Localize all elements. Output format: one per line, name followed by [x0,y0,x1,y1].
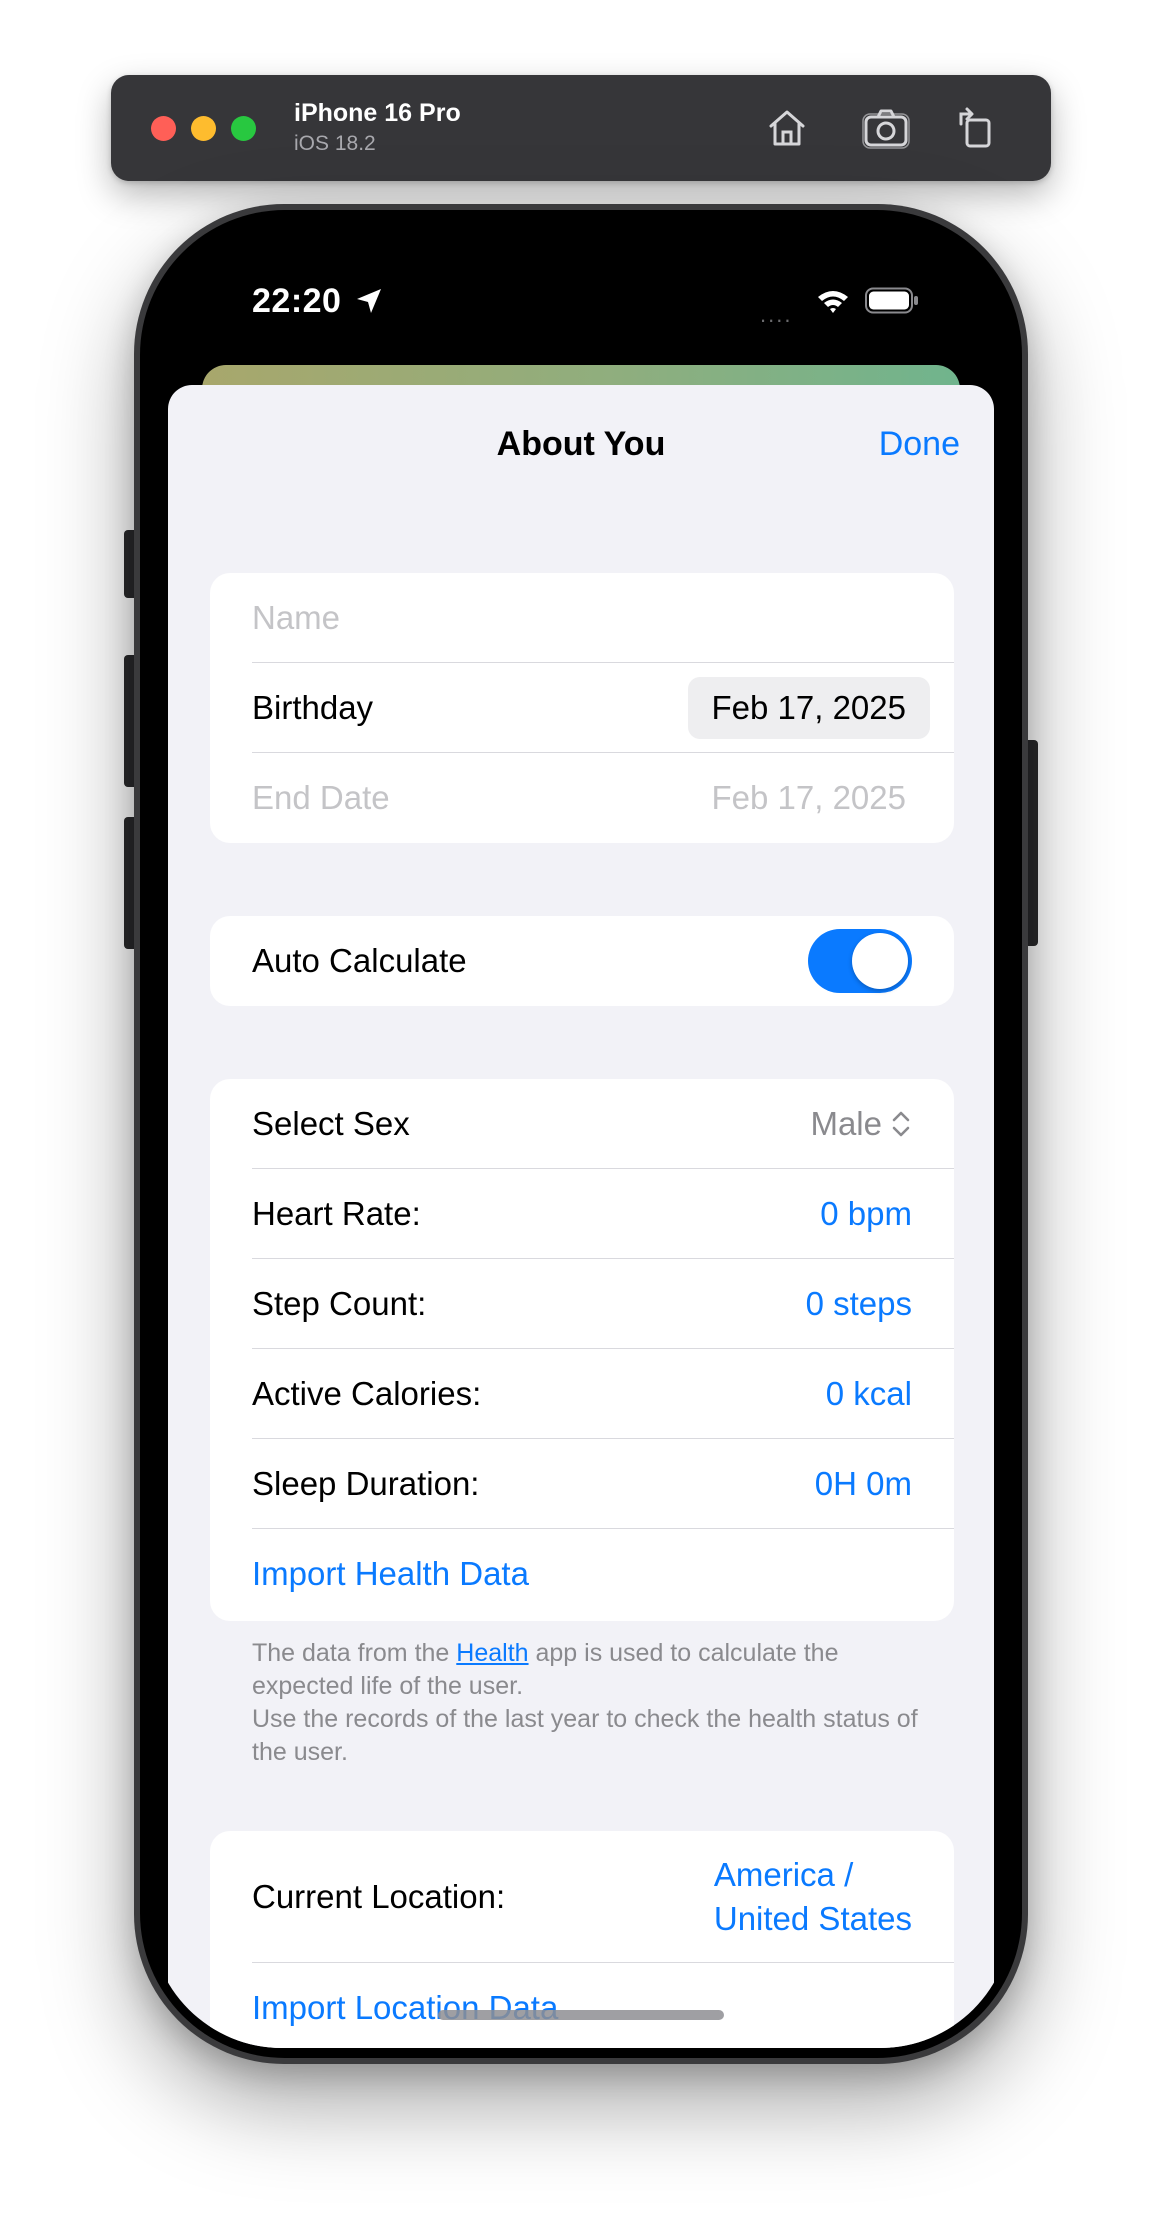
active-calories-row: Active Calories: 0 kcal [210,1349,954,1439]
sleep-duration-row: Sleep Duration: 0H 0m [210,1439,954,1529]
auto-calculate-label: Auto Calculate [252,942,467,979]
sleep-duration-label: Sleep Duration: [252,1465,480,1502]
step-count-row: Step Count: 0 steps [210,1259,954,1349]
sleep-duration-value[interactable]: 0H 0m [815,1465,912,1503]
footnote-line2: Use the records of the last year to chec… [252,1705,918,1766]
current-location-value[interactable]: America / United States [714,1853,912,1941]
wifi-icon [818,291,848,313]
active-calories-label: Active Calories: [252,1375,482,1412]
active-calories-value[interactable]: 0 kcal [826,1375,912,1413]
about-you-sheet: About You Done Name Birthday Feb 17, 202… [168,385,994,2048]
current-location-label: Current Location: [252,1878,506,1915]
health-app-link[interactable]: Health [456,1639,528,1667]
rotate-icon[interactable] [953,104,1001,152]
import-location-row[interactable]: Import Location Data [210,1963,954,2048]
cellular-signal-icon: .... [760,302,793,327]
footnote-prefix: The data from the [252,1639,457,1667]
heart-rate-value[interactable]: 0 bpm [820,1195,912,1233]
step-count-label: Step Count: [252,1285,427,1322]
device-name: iPhone 16 Pro [294,99,461,127]
zoom-window-button[interactable] [231,116,256,141]
heart-rate-row: Heart Rate: 0 bpm [210,1169,954,1259]
auto-calculate-row: Auto Calculate [210,916,954,1006]
minimize-window-button[interactable] [191,116,216,141]
name-input[interactable]: Name [252,599,912,637]
health-footnote: The data from the Health app is used to … [252,1637,942,1769]
os-version: iOS 18.2 [294,132,376,155]
home-indicator[interactable] [438,2010,724,2020]
birthday-label: Birthday [252,689,374,726]
status-time: 22:20 [252,282,342,320]
sex-picker[interactable]: Male [810,1105,912,1143]
done-button[interactable]: Done [879,425,960,464]
name-row[interactable]: Name [210,573,954,663]
end-date-picker: Feb 17, 2025 [711,779,907,816]
step-count-value[interactable]: 0 steps [806,1285,912,1323]
battery-icon [865,287,918,314]
sex-value: Male [810,1105,882,1142]
import-health-row[interactable]: Import Health Data [210,1529,954,1619]
location-arrow-icon [357,289,381,313]
chevron-up-down-icon [892,1111,910,1137]
heart-rate-label: Heart Rate: [252,1195,421,1232]
health-section: Select Sex Male Heart Rate: 0 bpm Step C… [210,1079,954,1621]
close-window-button[interactable] [151,116,176,141]
location-line2: United States [713,1900,912,1937]
auto-calculate-section: Auto Calculate [210,916,954,1006]
home-icon[interactable] [763,104,811,152]
birthday-date-picker[interactable]: Feb 17, 2025 [687,677,930,739]
import-location-data-button[interactable]: Import Location Data [252,1989,912,2027]
end-date-row: End Date Feb 17, 2025 [210,753,954,843]
select-sex-row[interactable]: Select Sex Male [210,1079,954,1169]
auto-calculate-toggle[interactable] [808,929,912,993]
end-date-label: End Date [252,779,390,816]
screenshot-icon[interactable] [862,104,910,152]
current-location-row: Current Location: America / United State… [210,1831,954,1963]
phone-screen: 22:20 .... About You Done Name Birthday … [150,220,1012,2048]
profile-section: Name Birthday Feb 17, 2025 End Date Feb … [210,573,954,843]
birthday-row: Birthday Feb 17, 2025 [210,663,954,753]
select-sex-label: Select Sex [252,1105,410,1142]
toggle-knob [852,933,908,989]
sheet-title: About You [496,425,666,463]
location-line1: America / [713,1856,854,1893]
import-health-data-button[interactable]: Import Health Data [252,1555,912,1593]
